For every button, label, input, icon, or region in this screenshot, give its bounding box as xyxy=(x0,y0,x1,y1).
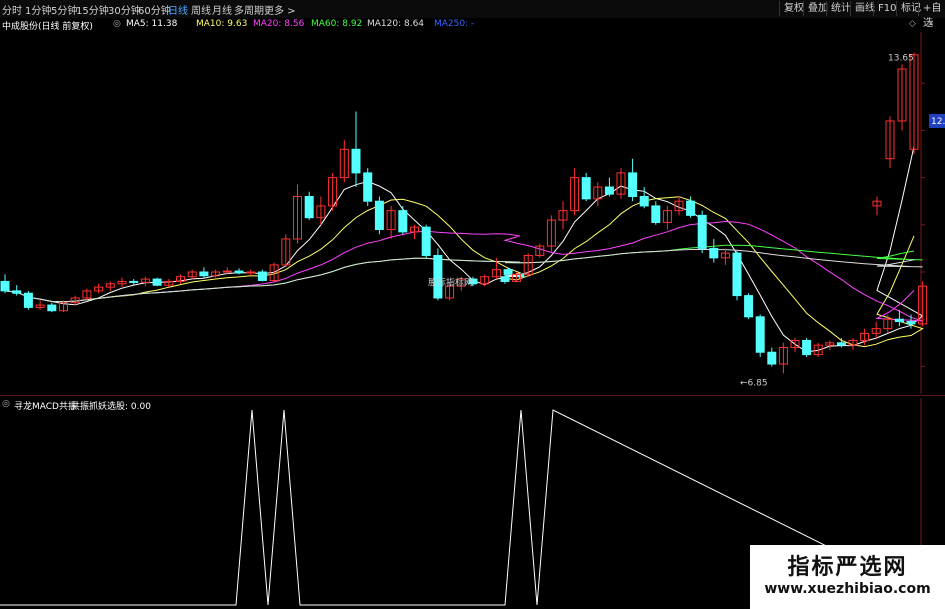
settings-icon[interactable]: ◎ xyxy=(113,19,121,29)
candle-body xyxy=(500,276,510,282)
candle-body xyxy=(23,292,33,308)
period-tab-10[interactable]: 更多 > xyxy=(264,2,296,17)
low-label: ←6.85 xyxy=(740,378,768,388)
high-label: 13.65 xyxy=(888,54,914,64)
toolbar-button-6[interactable]: +自选 xyxy=(918,1,945,29)
candle-body xyxy=(374,200,384,231)
candle-body xyxy=(363,172,373,202)
toolbar-button-4[interactable]: F10 xyxy=(873,1,896,16)
ma120-line xyxy=(4,248,923,303)
period-tab-1[interactable]: 1分钟 xyxy=(25,2,51,17)
candle-body xyxy=(234,270,244,274)
candle-body xyxy=(47,304,57,312)
candle-body xyxy=(581,177,591,200)
candle-body xyxy=(246,271,256,274)
ma10-label: MA10: 9.63 xyxy=(196,19,248,29)
period-tab-6[interactable]: 日线 xyxy=(168,2,188,17)
candle-body xyxy=(433,254,443,299)
period-tab-5[interactable]: 60分钟 xyxy=(138,2,171,17)
candle-body xyxy=(0,280,10,292)
close-icon[interactable]: × xyxy=(927,19,935,29)
current-price-label: 12. xyxy=(931,117,945,127)
toolbar-button-1[interactable]: 叠加 xyxy=(803,1,828,16)
period-tab-3[interactable]: 15分钟 xyxy=(76,2,109,17)
candle-body xyxy=(906,321,916,325)
candle-body xyxy=(767,351,777,365)
ma120-label: MA120: 8.64 xyxy=(367,19,425,29)
candle-body xyxy=(199,271,209,277)
candle-body xyxy=(398,210,408,233)
candle-body xyxy=(802,339,812,356)
indicator-name[interactable]: 寻龙MACD共振 xyxy=(14,399,77,412)
ma60-label: MA60: 8.92 xyxy=(311,19,363,29)
candle-body xyxy=(12,290,22,294)
ma5-label: MA5: 11.38 xyxy=(126,19,178,29)
indicator-settings-icon[interactable]: ◎ xyxy=(2,399,10,409)
period-tab-2[interactable]: 5分钟 xyxy=(51,2,77,17)
period-tab-7[interactable]: 周线 xyxy=(191,2,211,17)
candle-body xyxy=(421,226,431,256)
watermark-box: 指标严选网 www.xuezhibiao.com xyxy=(750,545,945,609)
candle-body xyxy=(304,195,314,219)
candle-body xyxy=(709,247,719,259)
diamond-icon[interactable]: ◇ xyxy=(909,19,916,29)
candle-body xyxy=(503,269,513,275)
candle-body xyxy=(836,342,846,346)
ma20-label: MA20: 8.56 xyxy=(253,19,305,29)
candle-body xyxy=(257,271,267,281)
indicator-value: 共振抓妖选股: 0.00 xyxy=(71,402,151,412)
period-tab-9[interactable]: 多周期 xyxy=(234,2,264,17)
price-chart: 13.65 ←6.85 12. 股标指标网 xyxy=(0,32,945,394)
toolbar-button-0[interactable]: 复权 xyxy=(779,1,804,16)
toolbar-button-3[interactable]: 画线 xyxy=(850,1,875,16)
candle-body xyxy=(755,316,765,353)
period-toolbar: 分时 1分钟 5分钟 15分钟 30分钟 60分钟 日线 周线 月线 多周期 更多 > 复权 叠加 统计画… xyxy=(0,0,945,29)
ma250-label: MA250: - xyxy=(434,19,475,29)
candle-body xyxy=(351,148,361,174)
ma-info-bar: 中成股份(日线 前复权) ◎ MA5: 11.38 MA10: 9.63 MA2… xyxy=(0,18,945,32)
candle-body xyxy=(129,280,139,283)
panel-divider xyxy=(0,395,945,396)
candle-body xyxy=(732,252,742,297)
candle-body xyxy=(894,318,904,323)
watermark-title: 指标严选网 xyxy=(787,555,908,580)
candle-body xyxy=(744,295,754,318)
candle-body xyxy=(639,195,649,207)
candle-body xyxy=(697,214,707,249)
candle-body xyxy=(152,278,162,286)
period-tab-8[interactable]: 月线 xyxy=(212,2,232,17)
toolbar-button-2[interactable]: 统计 xyxy=(826,1,851,16)
candle-body xyxy=(628,172,638,197)
candle-body xyxy=(604,186,614,195)
candle-body xyxy=(651,205,661,223)
candle-body xyxy=(222,270,232,273)
period-tab-4[interactable]: 30分钟 xyxy=(108,2,141,17)
watermark-url: www.xuezhibiao.com xyxy=(764,581,931,597)
inline-watermark: 股标指标网 xyxy=(428,276,473,288)
stock-name[interactable]: 中成股份(日线 前复权) xyxy=(2,19,93,32)
candle-body xyxy=(686,200,696,216)
period-tab-0[interactable]: 分时 xyxy=(2,2,22,17)
